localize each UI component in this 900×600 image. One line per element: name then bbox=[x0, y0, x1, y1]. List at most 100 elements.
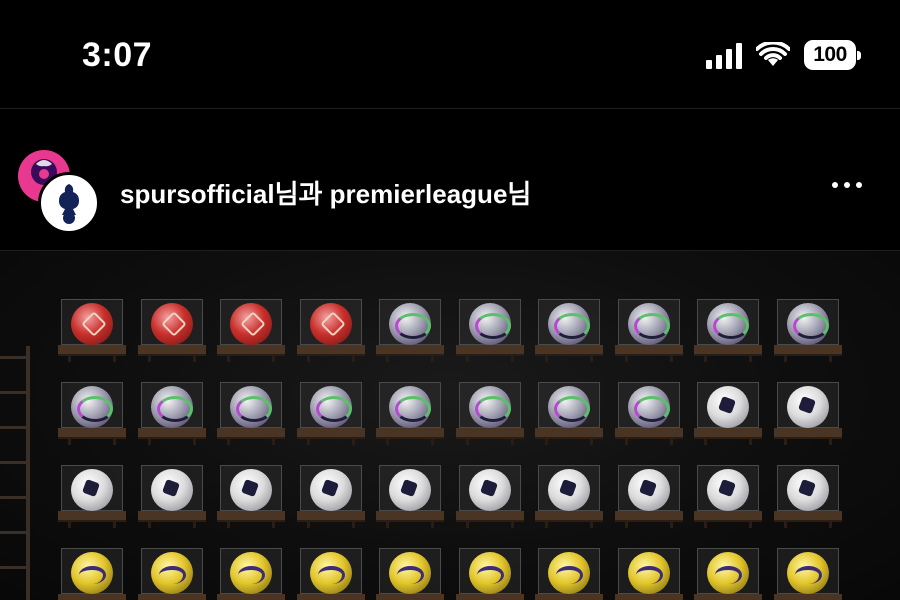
football-icon bbox=[468, 552, 511, 594]
ball-display-case bbox=[535, 465, 603, 528]
case-leg bbox=[386, 437, 389, 445]
case-leg bbox=[351, 520, 355, 528]
case-base bbox=[376, 594, 444, 600]
football-icon bbox=[786, 386, 829, 428]
case-leg bbox=[192, 520, 196, 528]
case-leg bbox=[431, 354, 434, 362]
ball-display-case bbox=[694, 299, 762, 362]
football-icon bbox=[627, 303, 670, 345]
post-image[interactable] bbox=[0, 251, 900, 600]
football-icon bbox=[627, 386, 670, 428]
case-leg bbox=[386, 354, 389, 362]
case-leg bbox=[669, 520, 673, 528]
spurs-avatar[interactable] bbox=[38, 172, 100, 234]
football-icon bbox=[707, 303, 749, 345]
case-leg bbox=[590, 437, 593, 445]
ball-display-case bbox=[58, 382, 126, 445]
ball-display-case bbox=[614, 548, 683, 600]
case-leg bbox=[704, 354, 707, 362]
avatar-stack[interactable] bbox=[18, 150, 100, 234]
ball-display-case bbox=[376, 465, 444, 528]
ball-display-case bbox=[217, 299, 285, 362]
case-leg bbox=[828, 520, 832, 528]
ball-display-case bbox=[455, 548, 524, 600]
ball-display-case bbox=[137, 382, 206, 445]
ball-display-case bbox=[455, 465, 524, 528]
football-icon bbox=[150, 552, 193, 594]
case-leg bbox=[351, 437, 355, 445]
football-icon bbox=[309, 386, 352, 428]
case-leg bbox=[68, 354, 71, 362]
case-base bbox=[58, 594, 126, 600]
case-leg bbox=[828, 437, 832, 445]
ball-display-case bbox=[535, 299, 603, 362]
case-leg bbox=[624, 437, 628, 445]
case-leg bbox=[590, 354, 593, 362]
ball-display-case bbox=[296, 299, 365, 362]
case-leg bbox=[192, 354, 196, 362]
ball-display-case bbox=[217, 465, 285, 528]
case-leg bbox=[669, 437, 673, 445]
case-leg bbox=[227, 354, 230, 362]
case-leg bbox=[431, 437, 434, 445]
case-base bbox=[614, 594, 683, 600]
case-leg bbox=[510, 437, 514, 445]
case-leg bbox=[510, 354, 514, 362]
case-base bbox=[694, 594, 762, 600]
case-leg bbox=[227, 520, 230, 528]
football-icon bbox=[548, 552, 590, 594]
football-icon bbox=[707, 469, 749, 511]
case-leg bbox=[306, 354, 310, 362]
ball-display-case bbox=[455, 299, 524, 362]
ball-display-case bbox=[535, 548, 603, 600]
case-leg bbox=[192, 437, 196, 445]
football-icon bbox=[627, 469, 670, 511]
case-leg bbox=[431, 520, 434, 528]
case-leg bbox=[783, 437, 787, 445]
case-leg bbox=[545, 520, 548, 528]
football-icon bbox=[230, 469, 272, 511]
case-leg bbox=[351, 354, 355, 362]
football-icon bbox=[468, 386, 511, 428]
football-icon bbox=[548, 386, 590, 428]
ball-display-case bbox=[296, 548, 365, 600]
ball-display-case bbox=[376, 299, 444, 362]
cellular-signal-icon bbox=[706, 41, 742, 69]
football-icon bbox=[150, 386, 193, 428]
ball-display-case bbox=[137, 548, 206, 600]
case-leg bbox=[465, 354, 469, 362]
case-leg bbox=[545, 437, 548, 445]
football-icon bbox=[309, 303, 352, 345]
case-leg bbox=[624, 354, 628, 362]
football-icon bbox=[786, 303, 829, 345]
case-leg bbox=[828, 354, 832, 362]
football-icon bbox=[230, 552, 272, 594]
case-leg bbox=[465, 520, 469, 528]
case-leg bbox=[704, 520, 707, 528]
football-icon bbox=[71, 303, 113, 345]
ladder-graphic bbox=[0, 346, 30, 600]
case-leg bbox=[624, 520, 628, 528]
football-icon bbox=[389, 469, 431, 511]
case-leg bbox=[306, 520, 310, 528]
ball-display-case bbox=[535, 382, 603, 445]
ball-display-case bbox=[137, 465, 206, 528]
case-leg bbox=[669, 354, 673, 362]
ball-display-case bbox=[217, 382, 285, 445]
case-base bbox=[455, 594, 524, 600]
case-leg bbox=[272, 354, 275, 362]
ball-display-case bbox=[455, 382, 524, 445]
ball-display-case bbox=[694, 548, 762, 600]
case-leg bbox=[272, 520, 275, 528]
football-icon bbox=[786, 552, 829, 594]
football-icon bbox=[389, 386, 431, 428]
more-dot-icon bbox=[844, 182, 850, 188]
ball-display-case bbox=[376, 382, 444, 445]
more-options-button[interactable] bbox=[826, 176, 868, 194]
post-author-names[interactable]: spursofficial님과 premierleague님 bbox=[120, 174, 531, 211]
case-leg bbox=[749, 354, 752, 362]
ball-display-case bbox=[614, 382, 683, 445]
case-base bbox=[217, 594, 285, 600]
ball-display-case bbox=[773, 382, 842, 445]
case-leg bbox=[68, 437, 71, 445]
